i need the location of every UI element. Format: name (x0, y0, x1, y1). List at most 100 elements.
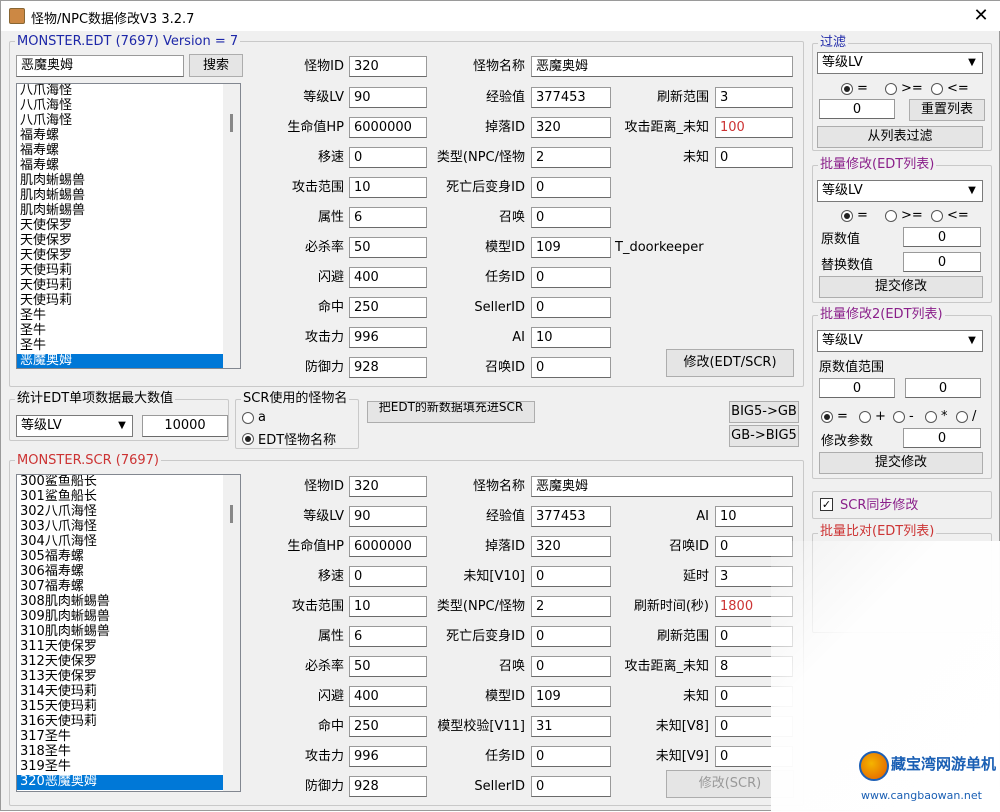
ai-input[interactable]: 10 (715, 506, 793, 527)
list-item[interactable]: 肌肉蜥蜴兽 (17, 204, 240, 219)
scr-name-option-a[interactable]: a (242, 410, 266, 425)
speed-input[interactable]: 0 (349, 566, 427, 587)
batch2-range-to[interactable]: 0 (905, 378, 981, 398)
list-item[interactable]: 310肌肉蜥蜴兽 (17, 625, 240, 640)
gb-to-big5-button[interactable]: GB->BIG5 (729, 425, 799, 447)
list-item[interactable]: 307福寿螺 (17, 580, 240, 595)
list-item[interactable]: 圣牛 (17, 309, 240, 324)
attack-input[interactable]: 996 (349, 327, 427, 348)
type-input[interactable]: 2 (531, 147, 611, 168)
exp-input[interactable]: 377453 (531, 87, 611, 108)
defense-input[interactable]: 928 (349, 776, 427, 797)
batch2-op-eq[interactable]: = (821, 409, 848, 424)
batch1-eq-radio[interactable]: = (841, 208, 868, 223)
ai-input[interactable]: 10 (531, 327, 611, 348)
list-item[interactable]: 天使玛莉 (17, 279, 240, 294)
list-item[interactable]: 304八爪海怪 (17, 535, 240, 550)
stats-value[interactable]: 10000 (142, 415, 228, 437)
summon-input[interactable]: 0 (531, 207, 611, 228)
model-check-input[interactable]: 31 (531, 716, 611, 737)
batch1-replace-input[interactable]: 0 (903, 252, 981, 272)
list-item[interactable]: 314天使玛莉 (17, 685, 240, 700)
batch2-range-from[interactable]: 0 (819, 378, 895, 398)
drop-id-input[interactable]: 320 (531, 117, 611, 138)
dodge-input[interactable]: 400 (349, 267, 427, 288)
scr-list-scrollbar[interactable] (223, 475, 240, 791)
scr-name-option-edt[interactable]: EDT怪物名称 (242, 429, 336, 448)
edt-list-scrollbar[interactable] (223, 84, 240, 368)
hit-input[interactable]: 250 (349, 716, 427, 737)
list-item[interactable]: 天使保罗 (17, 249, 240, 264)
list-item[interactable]: 天使玛莉 (17, 264, 240, 279)
filter-le-radio[interactable]: <= (931, 81, 969, 96)
batch2-select[interactable]: 等级LV ▼ (817, 330, 983, 352)
list-item[interactable]: 311天使保罗 (17, 640, 240, 655)
batch1-le-radio[interactable]: <= (931, 208, 969, 223)
attribute-input[interactable]: 6 (349, 626, 427, 647)
list-item[interactable]: 308肌肉蜥蜴兽 (17, 595, 240, 610)
batch2-submit-button[interactable]: 提交修改 (819, 452, 983, 474)
death-transform-input[interactable]: 0 (531, 626, 611, 647)
unknown-input[interactable]: 0 (715, 147, 793, 168)
list-item[interactable]: 福寿螺 (17, 144, 240, 159)
hp-input[interactable]: 6000000 (349, 536, 427, 557)
modify-edt-scr-button[interactable]: 修改(EDT/SCR) (666, 349, 794, 377)
attack-range-input[interactable]: 10 (349, 177, 427, 198)
filter-from-list-button[interactable]: 从列表过滤 (817, 126, 983, 148)
attribute-input[interactable]: 6 (349, 207, 427, 228)
list-item[interactable]: 300鲨鱼船长 (17, 475, 240, 490)
filter-ge-radio[interactable]: >= (885, 81, 923, 96)
refresh-range-input[interactable]: 3 (715, 87, 793, 108)
list-item[interactable]: 圣牛 (17, 324, 240, 339)
batch2-op-mul[interactable]: * (925, 409, 948, 424)
defense-input[interactable]: 928 (349, 357, 427, 378)
list-item[interactable]: 309肌肉蜥蜴兽 (17, 610, 240, 625)
list-item[interactable]: 肌肉蜥蜴兽 (17, 189, 240, 204)
summon-input[interactable]: 0 (531, 656, 611, 677)
seller-id-input[interactable]: 0 (531, 776, 611, 797)
death-transform-input[interactable]: 0 (531, 177, 611, 198)
level-input[interactable]: 90 (349, 506, 427, 527)
monster-id-input[interactable]: 320 (349, 476, 427, 497)
batch2-op-minus[interactable]: - (893, 409, 914, 424)
list-item[interactable]: 318圣牛 (17, 745, 240, 760)
drop-id-input[interactable]: 320 (531, 536, 611, 557)
list-item[interactable]: 八爪海怪 (17, 84, 240, 99)
summon-id-input[interactable]: 0 (531, 357, 611, 378)
list-item[interactable]: 316天使玛莉 (17, 715, 240, 730)
batch1-select[interactable]: 等级LV ▼ (817, 180, 983, 202)
batch2-op-div[interactable]: / (956, 409, 976, 424)
attack-dist-input[interactable]: 100 (715, 117, 793, 138)
model-id-input[interactable]: 109 (531, 686, 611, 707)
list-item[interactable]: 312天使保罗 (17, 655, 240, 670)
list-item[interactable]: 八爪海怪 (17, 114, 240, 129)
list-item[interactable]: 肌肉蜥蜴兽 (17, 174, 240, 189)
list-item[interactable]: 315天使玛莉 (17, 700, 240, 715)
stats-select[interactable]: 等级LV ▼ (16, 415, 133, 437)
list-item[interactable]: 317圣牛 (17, 730, 240, 745)
list-item[interactable]: 302八爪海怪 (17, 505, 240, 520)
scr-monster-list[interactable]: 300鲨鱼船长 301鲨鱼船长 302八爪海怪 303八爪海怪 304八爪海怪 305福寿… (16, 474, 241, 792)
list-item[interactable]: 306福寿螺 (17, 565, 240, 580)
reset-list-button[interactable]: 重置列表 (909, 99, 985, 121)
list-item[interactable]: 圣牛 (17, 339, 240, 354)
list-item[interactable]: 301鲨鱼船长 (17, 490, 240, 505)
list-item[interactable]: 八爪海怪 (17, 99, 240, 114)
close-icon[interactable]: ✕ (969, 5, 993, 27)
batch1-orig-input[interactable]: 0 (903, 227, 981, 247)
list-item[interactable]: 天使保罗 (17, 219, 240, 234)
name-input[interactable]: 恶魔奥姆 (531, 476, 793, 497)
attack-range-input[interactable]: 10 (349, 596, 427, 617)
crit-input[interactable]: 50 (349, 656, 427, 677)
filter-value-input[interactable]: 0 (819, 99, 895, 119)
batch2-param-input[interactable]: 0 (903, 428, 981, 448)
list-item[interactable]: 天使保罗 (17, 234, 240, 249)
list-item[interactable]: 恶魔奥姆 (17, 354, 240, 368)
hit-input[interactable]: 250 (349, 297, 427, 318)
filter-select[interactable]: 等级LV ▼ (817, 52, 983, 74)
task-id-input[interactable]: 0 (531, 267, 611, 288)
scr-sync-checkbox[interactable]: ✓ (820, 498, 833, 511)
list-item[interactable]: 305福寿螺 (17, 550, 240, 565)
speed-input[interactable]: 0 (349, 147, 427, 168)
edt-search-input[interactable]: 恶魔奥姆 (16, 55, 184, 77)
